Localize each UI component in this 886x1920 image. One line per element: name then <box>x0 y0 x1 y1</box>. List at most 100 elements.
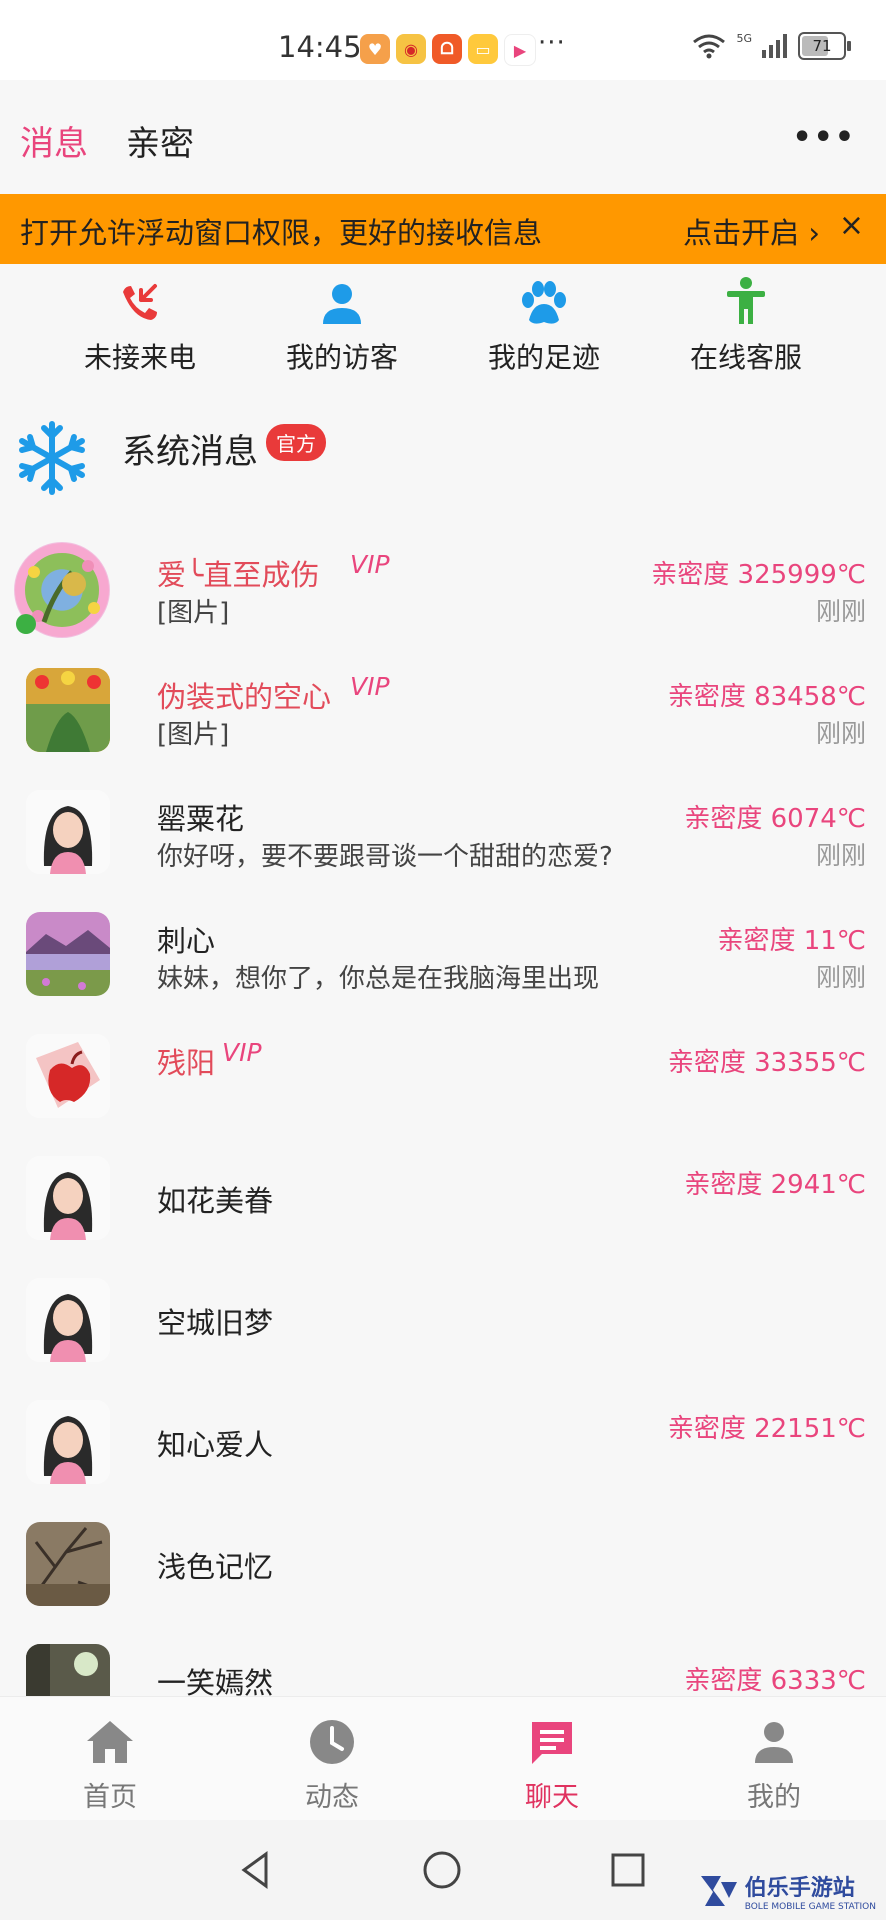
message-time: 刚刚 <box>815 963 866 992</box>
network-type-label: 5G <box>736 32 752 45</box>
nav-profile[interactable]: 我的 <box>684 1717 864 1814</box>
contact-name: 伪装式的空心 <box>157 680 332 714</box>
avatar <box>26 1156 110 1240</box>
missed-call-icon <box>123 284 157 320</box>
status-bar: 14:45 ♥ ◉ ᗝ ▭ ▶ ··· 5G 71 <box>0 0 886 80</box>
snowflake-icon <box>19 421 85 495</box>
avatar <box>26 1034 110 1118</box>
contact-name: 刺心 <box>157 924 216 958</box>
watermark-title: 伯乐手游站 <box>744 1876 855 1901</box>
tab-messages[interactable]: 消息 <box>20 116 88 165</box>
quick-action-missed-calls[interactable]: 未接来电 <box>50 276 230 376</box>
avatar <box>26 1278 110 1362</box>
avatar <box>26 1644 110 1704</box>
vip-badge: VIP <box>222 1038 262 1067</box>
message-preview: [图片] <box>157 720 230 750</box>
nav-feed[interactable]: 动态 <box>242 1717 422 1814</box>
quick-action-customer-service[interactable]: 在线客服 <box>656 276 836 376</box>
quick-action-label: 在线客服 <box>689 341 802 374</box>
contact-name: 知心爱人 <box>157 1428 274 1462</box>
intimacy-value: 亲密度 2941℃ <box>684 1170 866 1200</box>
clock-icon <box>310 1720 354 1764</box>
girl-avatar-image <box>26 1400 110 1484</box>
app-notification-icon: ♥ <box>360 34 390 64</box>
system-message-row[interactable]: 系统消息 官方 <box>0 410 886 506</box>
watermark: 伯乐手游站 BOLE MOBILE GAME STATION <box>699 1870 876 1912</box>
recents-icon[interactable] <box>608 1850 648 1890</box>
close-icon[interactable]: × <box>839 208 864 243</box>
avatar <box>26 668 110 752</box>
flowers-image <box>26 668 110 752</box>
avatar <box>26 790 110 874</box>
home-circle-icon[interactable] <box>422 1850 462 1890</box>
avatar <box>26 1522 110 1606</box>
quick-action-label: 我的访客 <box>285 341 398 374</box>
conversation-row[interactable]: 爱╰直至成伤 VIP [图片] 亲密度 325999℃ 刚刚 <box>0 536 886 658</box>
watermark-logo-icon <box>700 1876 737 1906</box>
more-options-icon[interactable]: ••• <box>792 120 856 155</box>
red-apple-image <box>26 1034 110 1118</box>
weibo-icon: ◉ <box>396 34 426 64</box>
message-preview: 妹妹，想你了，你总是在我脑海里出现 <box>157 964 600 994</box>
conversation-row[interactable]: 浅色记忆 <box>0 1512 886 1634</box>
contact-name: 罂粟花 <box>157 802 245 836</box>
quick-action-label: 我的足迹 <box>487 341 600 374</box>
message-preview: 你好呀，要不要跟哥谈一个甜甜的恋爱? <box>157 842 613 872</box>
quick-actions: 未接来电 我的访客 我的足迹 在线客服 <box>0 270 886 380</box>
banner-enable-button[interactable]: 点击开启 › <box>683 210 820 252</box>
vip-badge: VIP <box>350 672 390 701</box>
contact-name: 如花美眷 <box>157 1184 274 1218</box>
message-time: 刚刚 <box>815 841 866 870</box>
back-icon[interactable] <box>236 1850 276 1890</box>
contact-name: 爱╰直至成伤 <box>157 558 320 592</box>
intimacy-value: 亲密度 11℃ <box>717 926 866 956</box>
paw-icon <box>522 281 566 324</box>
tab-intimate[interactable]: 亲密 <box>126 116 194 165</box>
quick-action-visitors[interactable]: 我的访客 <box>252 276 432 376</box>
message-time: 刚刚 <box>815 597 866 626</box>
app-notification-icon: ▭ <box>468 34 498 64</box>
nav-label: 聊天 <box>525 1782 579 1813</box>
avatar <box>26 1400 110 1484</box>
conversation-row[interactable]: 知心爱人 亲密度 22151℃ <box>0 1390 886 1512</box>
nav-home[interactable]: 首页 <box>20 1717 200 1814</box>
permission-banner[interactable]: 打开允许浮动窗口权限，更好的接收信息 点击开启 › × <box>0 194 886 264</box>
app-notification-icon: ᗝ <box>432 34 462 64</box>
official-badge: 官方 <box>266 424 326 461</box>
message-time: 刚刚 <box>815 719 866 748</box>
nav-chat[interactable]: 聊天 <box>462 1717 642 1814</box>
avatar <box>26 912 110 996</box>
contact-name: 浅色记忆 <box>157 1550 274 1584</box>
conversation-row[interactable]: 如花美眷 亲密度 2941℃ <box>0 1146 886 1268</box>
top-bar: 消息 亲密 ••• <box>0 80 886 194</box>
service-icon <box>727 277 765 324</box>
conversation-row[interactable]: 刺心 妹妹，想你了，你总是在我脑海里出现 亲密度 11℃ 刚刚 <box>0 902 886 1024</box>
conversation-list: 爱╰直至成伤 VIP [图片] 亲密度 325999℃ 刚刚 伪装式的空心 VI… <box>0 536 886 1704</box>
conversation-row[interactable]: 一笑嫣然 亲密度 6333℃ <box>0 1634 886 1704</box>
chat-icon <box>532 1722 572 1764</box>
video-app-icon: ▶ <box>504 34 536 66</box>
intimacy-value: 亲密度 83458℃ <box>667 682 866 712</box>
online-status-dot <box>16 614 36 634</box>
photo-image <box>26 1644 110 1704</box>
system-message-title: 系统消息 <box>122 432 258 472</box>
quick-action-footprints[interactable]: 我的足迹 <box>454 276 634 376</box>
conversation-row[interactable]: 罂粟花 你好呀，要不要跟哥谈一个甜甜的恋爱? 亲密度 6074℃ 刚刚 <box>0 780 886 902</box>
girl-avatar-image <box>26 1278 110 1362</box>
conversation-row[interactable]: 空城旧梦 <box>0 1268 886 1390</box>
nav-label: 我的 <box>747 1782 801 1813</box>
status-right: 5G 71 <box>692 32 851 60</box>
notification-icons: ♥ ◉ ᗝ ▭ ▶ <box>360 34 536 66</box>
branches-image <box>26 1522 110 1606</box>
message-preview: [图片] <box>157 598 230 628</box>
conversation-row[interactable]: 残阳 VIP 亲密度 33355℃ <box>0 1024 886 1146</box>
landscape-image <box>26 912 110 996</box>
intimacy-value: 亲密度 6333℃ <box>684 1666 866 1696</box>
conversation-row[interactable]: 伪装式的空心 VIP [图片] 亲密度 83458℃ 刚刚 <box>0 658 886 780</box>
vip-badge: VIP <box>350 550 390 579</box>
intimacy-value: 亲密度 325999℃ <box>651 560 866 590</box>
girl-avatar-image <box>26 790 110 874</box>
banner-message: 打开允许浮动窗口权限，更好的接收信息 <box>20 216 543 250</box>
home-icon <box>87 1721 133 1763</box>
nav-label: 首页 <box>83 1782 137 1813</box>
